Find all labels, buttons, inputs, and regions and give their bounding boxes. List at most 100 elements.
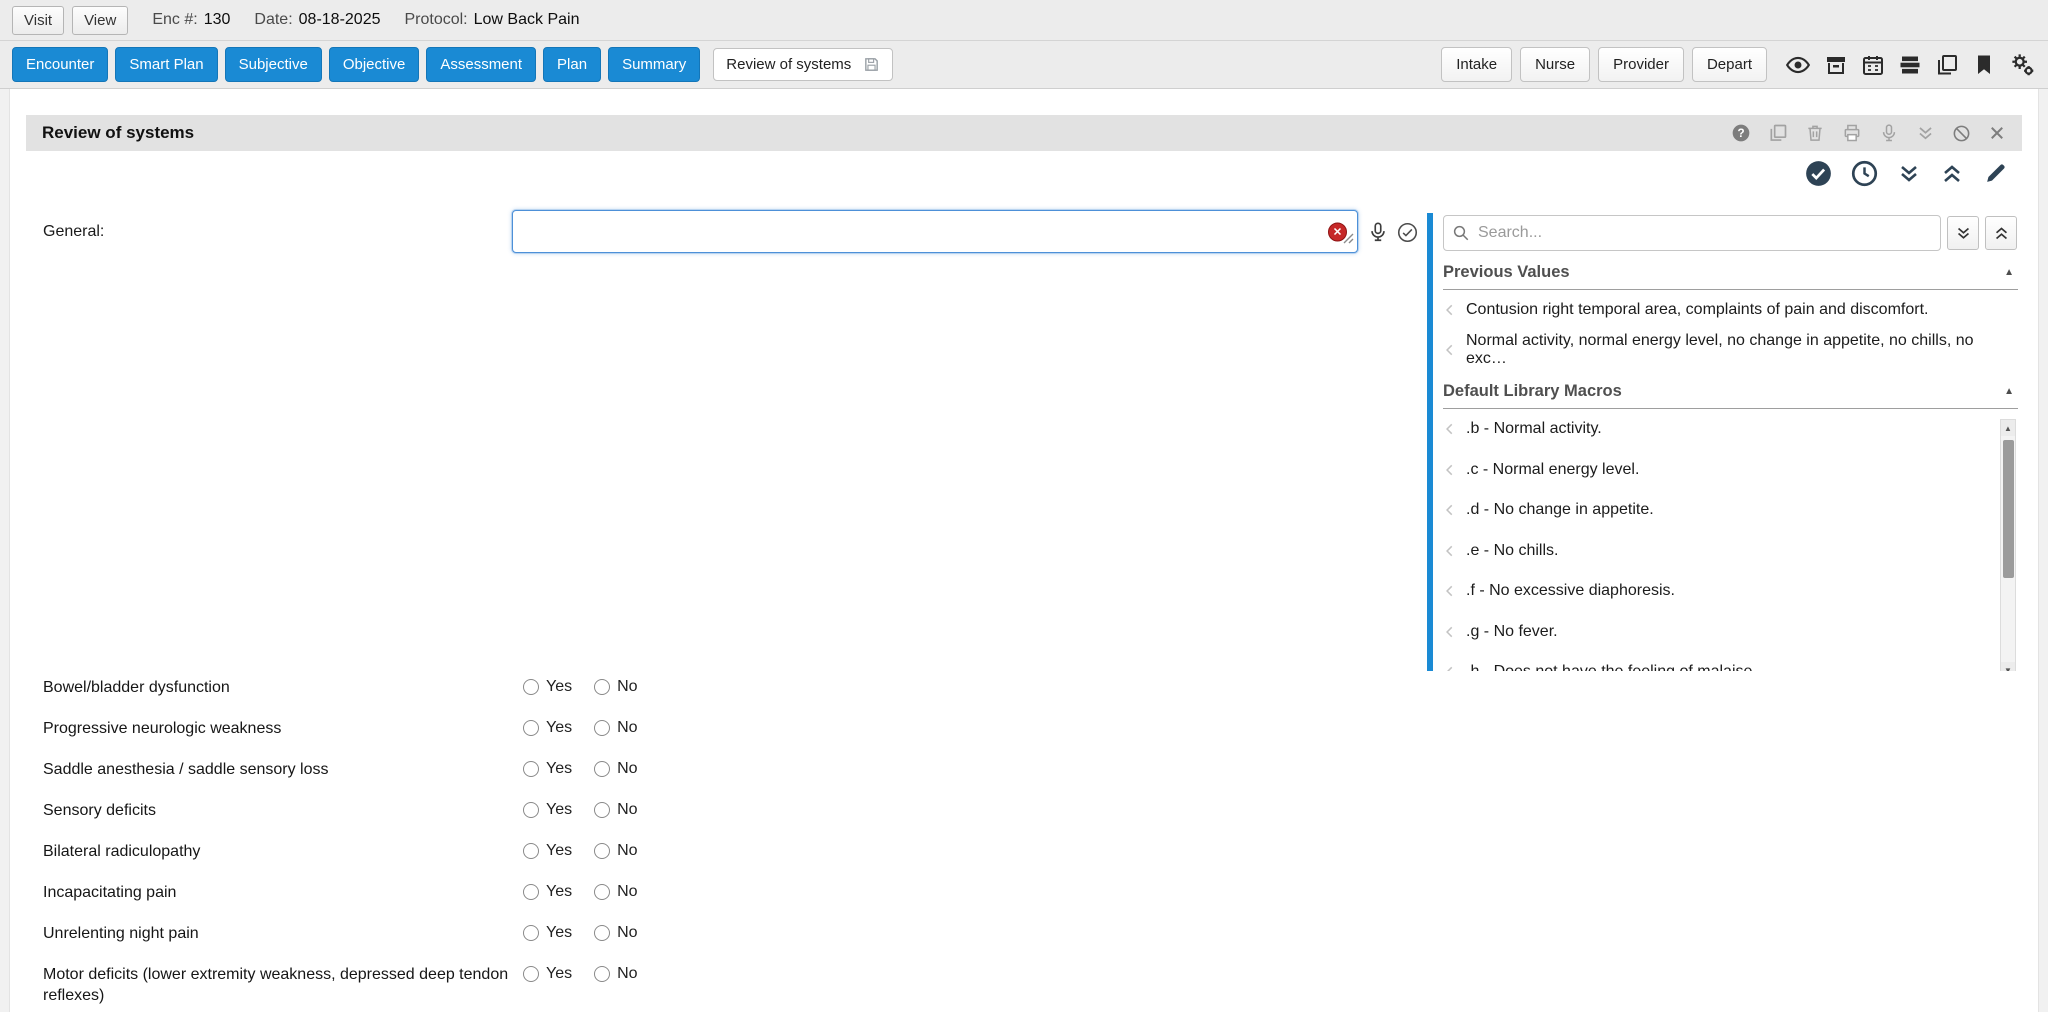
question-label: Incapacitating pain <box>43 882 523 903</box>
print-icon[interactable] <box>1842 123 1862 143</box>
scroll-down-icon[interactable]: ▼ <box>2001 662 2015 671</box>
objective-button[interactable]: Objective <box>329 47 420 82</box>
depart-button[interactable]: Depart <box>1692 47 1767 82</box>
scrollbar[interactable]: ▲ ▼ <box>2000 419 2016 671</box>
radio-yes[interactable]: Yes <box>523 678 572 696</box>
radio-circle[interactable] <box>523 720 539 736</box>
insert-left-icon <box>1443 584 1457 598</box>
expand-all-button[interactable] <box>1947 216 1979 250</box>
radio-circle[interactable] <box>594 761 610 777</box>
radio-no[interactable]: No <box>594 801 637 819</box>
encounter-button[interactable]: Encounter <box>12 47 108 82</box>
intake-button[interactable]: Intake <box>1441 47 1512 82</box>
search-input[interactable] <box>1443 215 1941 251</box>
radio-circle[interactable] <box>594 884 610 900</box>
panel-search-row <box>1443 215 2018 251</box>
macro-item[interactable]: .h - Does not have the feeling of malais… <box>1443 652 2018 671</box>
macro-item[interactable]: .d - No change in appetite. <box>1443 490 2018 531</box>
macros-list: .b - Normal activity. .c - Normal energy… <box>1443 409 2018 671</box>
previous-value-item[interactable]: Normal activity, normal energy level, no… <box>1443 330 2018 370</box>
macro-item[interactable]: .e - No chills. <box>1443 531 2018 572</box>
copy-icon[interactable] <box>1768 123 1788 143</box>
radio-circle[interactable] <box>523 679 539 695</box>
radio-yes[interactable]: Yes <box>523 801 572 819</box>
radio-circle[interactable] <box>594 966 610 982</box>
question-list: Bowel/bladder dysfunction Yes No Progres… <box>0 667 1448 1012</box>
check-circle-icon[interactable] <box>1397 222 1418 243</box>
radio-no[interactable]: No <box>594 719 637 737</box>
visit-button[interactable]: Visit <box>12 6 64 35</box>
insert-left-icon <box>1443 343 1457 357</box>
mic-icon[interactable] <box>1367 221 1389 243</box>
macro-item[interactable]: .g - No fever. <box>1443 612 2018 653</box>
macro-item[interactable]: .b - Normal activity. <box>1443 409 2018 450</box>
smart-plan-button[interactable]: Smart Plan <box>115 47 217 82</box>
radio-circle[interactable] <box>594 925 610 941</box>
check-circle-icon[interactable] <box>1805 160 1832 187</box>
nurse-button[interactable]: Nurse <box>1520 47 1590 82</box>
radio-circle[interactable] <box>523 761 539 777</box>
plan-button[interactable]: Plan <box>543 47 601 82</box>
books-icon[interactable] <box>1898 53 1922 77</box>
radio-yes[interactable]: Yes <box>523 924 572 942</box>
general-input[interactable] <box>512 210 1358 253</box>
radio-circle[interactable] <box>523 843 539 859</box>
block-icon[interactable] <box>1952 124 1971 143</box>
radio-yes[interactable]: Yes <box>523 965 572 983</box>
radio-circle[interactable] <box>523 802 539 818</box>
scrollbar-thumb[interactable] <box>2003 440 2014 578</box>
radio-no[interactable]: No <box>594 678 637 696</box>
pencil-icon[interactable] <box>1983 161 2008 186</box>
radio-yes[interactable]: Yes <box>523 719 572 737</box>
radio-circle[interactable] <box>594 843 610 859</box>
radio-no[interactable]: No <box>594 965 637 983</box>
subjective-button[interactable]: Subjective <box>225 47 322 82</box>
radio-no[interactable]: No <box>594 842 637 860</box>
previous-value-item[interactable]: Contusion right temporal area, complaint… <box>1443 290 2018 330</box>
radio-yes[interactable]: Yes <box>523 760 572 778</box>
radio-yes[interactable]: Yes <box>523 883 572 901</box>
assessment-button[interactable]: Assessment <box>426 47 536 82</box>
clock-icon[interactable] <box>1851 160 1878 187</box>
eye-icon[interactable] <box>1785 52 1811 78</box>
gears-icon[interactable] <box>2009 51 2036 78</box>
radio-no[interactable]: No <box>594 760 637 778</box>
protocol: Protocol:Low Back Pain <box>404 11 579 29</box>
radio-no[interactable]: No <box>594 924 637 942</box>
chevrons-down-icon[interactable] <box>1897 162 1921 186</box>
radio-circle[interactable] <box>523 925 539 941</box>
provider-button[interactable]: Provider <box>1598 47 1684 82</box>
mic-icon[interactable] <box>1879 123 1899 143</box>
right-gutter <box>2038 89 2048 1012</box>
radio-circle[interactable] <box>523 884 539 900</box>
resize-grip-icon[interactable] <box>1343 231 1354 249</box>
radio-circle[interactable] <box>594 802 610 818</box>
radio-circle[interactable] <box>523 966 539 982</box>
chevrons-up-icon[interactable] <box>1940 162 1964 186</box>
collapse-triangle-icon[interactable]: ▲ <box>2004 267 2018 278</box>
question-label: Bilateral radiculopathy <box>43 841 523 862</box>
radio-yes[interactable]: Yes <box>523 842 572 860</box>
calendar-icon[interactable] <box>1861 53 1885 77</box>
copy-icon[interactable] <box>1935 53 1959 77</box>
trash-icon[interactable] <box>1805 123 1825 143</box>
tab-review-of-systems[interactable]: Review of systems <box>713 48 893 81</box>
toolbar-right-group: Intake Nurse Provider Depart <box>1441 47 2036 82</box>
svg-text:?: ? <box>1737 127 1744 140</box>
close-icon[interactable] <box>1988 124 2006 142</box>
chevrons-down-icon[interactable] <box>1916 124 1935 143</box>
question-row: Bowel/bladder dysfunction Yes No <box>0 667 1448 708</box>
macro-item[interactable]: .f - No excessive diaphoresis. <box>1443 571 2018 612</box>
scroll-up-icon[interactable]: ▲ <box>2001 420 2015 436</box>
bookmark-icon[interactable] <box>1972 53 1996 77</box>
macro-item[interactable]: .c - Normal energy level. <box>1443 450 2018 491</box>
radio-no[interactable]: No <box>594 883 637 901</box>
help-icon[interactable]: ? <box>1731 123 1751 143</box>
collapse-triangle-icon[interactable]: ▲ <box>2004 386 2018 397</box>
radio-circle[interactable] <box>594 679 610 695</box>
view-button[interactable]: View <box>72 6 128 35</box>
summary-button[interactable]: Summary <box>608 47 700 82</box>
archive-icon[interactable] <box>1824 53 1848 77</box>
radio-circle[interactable] <box>594 720 610 736</box>
collapse-all-button[interactable] <box>1985 216 2017 250</box>
